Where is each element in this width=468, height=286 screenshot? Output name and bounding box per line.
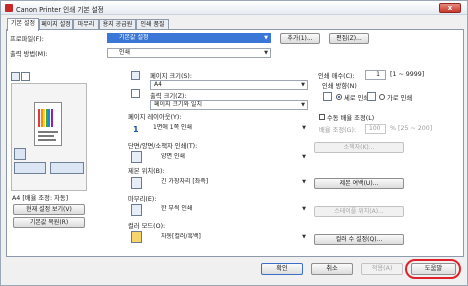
print-style-select[interactable]: 양면 인쇄 ▼ bbox=[150, 153, 308, 163]
print-style-value: 양면 인쇄 bbox=[161, 153, 185, 160]
page-layout-value: 1면에 1쪽 인쇄 bbox=[153, 124, 193, 131]
binding-label: 제본 위치(B): bbox=[128, 168, 165, 175]
binding-select[interactable]: 긴 가장자리 [좌측] ▼ bbox=[150, 178, 308, 188]
page-size-select[interactable]: A4 ▼ bbox=[150, 80, 308, 90]
binding-value: 긴 가장자리 [좌측] bbox=[161, 178, 209, 185]
page-size-icon bbox=[131, 71, 140, 80]
page-size-label: 페이지 크기(S): bbox=[150, 73, 192, 80]
copies-value: 1 bbox=[376, 71, 380, 78]
add-profile-button[interactable]: 추가(1)... bbox=[280, 33, 320, 44]
page-layout-select[interactable]: 1면에 1쪽 인쇄 ▼ bbox=[150, 124, 308, 134]
profile-select[interactable]: 기본값 설정 ▼ bbox=[107, 33, 271, 43]
copies-input[interactable]: 1 bbox=[365, 70, 386, 80]
printer-device-icon bbox=[14, 148, 26, 160]
page-layout-icon: 1 bbox=[133, 125, 139, 134]
collate-icon bbox=[131, 204, 142, 216]
chevron-down-icon: ▼ bbox=[302, 179, 306, 185]
preview-caption: A4 [배율 조정: 자동] bbox=[12, 195, 69, 202]
page-sheet-graphic bbox=[34, 102, 62, 146]
copies-label: 인쇄 매수(C): bbox=[318, 73, 355, 80]
output-method-select[interactable]: 인쇄 ▼ bbox=[107, 48, 271, 58]
view-current-settings-button[interactable]: 현재 설정 보기(V) bbox=[13, 204, 85, 215]
landscape-radio[interactable] bbox=[379, 94, 385, 100]
color-bars-graphic bbox=[38, 109, 58, 127]
color-mode-label: 컬러 모드(O): bbox=[128, 223, 166, 230]
portrait-radio[interactable] bbox=[336, 94, 342, 100]
scaling-ratio-range: % [25 ~ 200] bbox=[390, 125, 433, 132]
page-layout-label: 페이지 레이아웃(Y): bbox=[128, 114, 182, 121]
profile-label: 프로파일(F): bbox=[10, 36, 44, 43]
finishing-value: 한 부씩 인쇄 bbox=[161, 205, 193, 212]
output-size-value: 페이지 크기와 일치 bbox=[154, 101, 202, 108]
output-method-label: 출력 방법(M): bbox=[10, 51, 48, 58]
color-mode-select[interactable]: 자동[컬러/흑백] ▼ bbox=[150, 233, 308, 243]
booklet-button[interactable]: 소책자(K)... bbox=[314, 142, 404, 153]
edit-profile-button[interactable]: 편집(Z)... bbox=[329, 33, 369, 44]
ok-button[interactable]: 확인 bbox=[261, 263, 303, 275]
printer-app-icon bbox=[5, 4, 13, 12]
printer-mode-icon[interactable] bbox=[21, 72, 30, 81]
chevron-down-icon: ▼ bbox=[302, 154, 306, 160]
chevron-down-icon: ▼ bbox=[302, 206, 306, 212]
chevron-down-icon: ▼ bbox=[301, 102, 305, 108]
tab-basic-settings[interactable]: 기본 설정 bbox=[7, 18, 39, 31]
restore-defaults-button[interactable]: 기본값 복원(R) bbox=[13, 217, 85, 228]
page-preview bbox=[11, 83, 87, 191]
scaling-ratio-label: 배율 조정(G): bbox=[319, 127, 357, 134]
print-style-label: 단면/양면/소책자 인쇄(T): bbox=[128, 143, 198, 150]
scaling-ratio-input[interactable]: 100 bbox=[365, 124, 386, 134]
color-mode-icon bbox=[131, 231, 142, 243]
landscape-icon bbox=[367, 92, 376, 101]
stapler-options-icon bbox=[50, 162, 84, 174]
help-button-highlight bbox=[405, 259, 461, 279]
finishing-select[interactable]: 한 부씩 인쇄 ▼ bbox=[150, 205, 308, 215]
duplex-icon bbox=[131, 151, 142, 163]
staple-position-button[interactable]: 스테이플 위치(A)... bbox=[314, 206, 404, 217]
portrait-icon bbox=[323, 92, 332, 101]
orientation-label: 인쇄 방향(N) bbox=[322, 83, 357, 90]
settings-panel: 프로파일(F): 기본값 설정 ▼ 추가(1)... 편집(Z)... 출력 방… bbox=[6, 29, 464, 257]
binding-icon bbox=[131, 177, 142, 189]
chevron-down-icon: ▼ bbox=[301, 82, 305, 88]
finishing-label: 마무리(E): bbox=[128, 196, 157, 203]
printer-preferences-window: Canon Printer 인쇄 기본 설정 x 기본 설정 페이지 설정 마무… bbox=[0, 0, 468, 286]
copies-range: [1 ~ 9999] bbox=[390, 71, 425, 78]
chevron-down-icon: ▼ bbox=[264, 50, 268, 56]
title-bar: Canon Printer 인쇄 기본 설정 x bbox=[1, 1, 467, 15]
manual-scaling-checkbox[interactable] bbox=[319, 114, 325, 120]
finishing-options-icon bbox=[14, 162, 46, 174]
color-count-button[interactable]: 컬러 수 설정(Q)... bbox=[314, 234, 404, 245]
portrait-label: 세로 인쇄 bbox=[344, 95, 370, 102]
output-method-value: 인쇄 bbox=[119, 49, 131, 56]
output-size-icon bbox=[131, 89, 140, 98]
chevron-down-icon: ▼ bbox=[264, 35, 268, 41]
profile-value: 기본값 설정 bbox=[119, 34, 149, 41]
chevron-down-icon: ▼ bbox=[302, 234, 306, 240]
apply-button[interactable]: 적용(A) bbox=[361, 263, 403, 275]
window-title: Canon Printer 인쇄 기본 설정 bbox=[16, 6, 104, 14]
landscape-label: 가로 인쇄 bbox=[387, 95, 413, 102]
output-size-select[interactable]: 페이지 크기와 일치 ▼ bbox=[150, 100, 308, 110]
scaling-ratio-value: 100 bbox=[369, 125, 381, 132]
chevron-down-icon: ▼ bbox=[302, 125, 306, 131]
binding-margin-button[interactable]: 제본 여백(U)... bbox=[314, 178, 404, 189]
output-size-label: 출력 크기(Z): bbox=[150, 93, 187, 100]
cancel-button[interactable]: 취소 bbox=[311, 263, 353, 275]
manual-scaling-label: 수동 배율 조정(L) bbox=[327, 115, 375, 122]
color-mode-value: 자동[컬러/흑백] bbox=[161, 233, 201, 240]
close-button[interactable]: x bbox=[439, 3, 461, 13]
preview-mode-icon[interactable] bbox=[11, 72, 20, 81]
page-size-value: A4 bbox=[154, 81, 162, 88]
